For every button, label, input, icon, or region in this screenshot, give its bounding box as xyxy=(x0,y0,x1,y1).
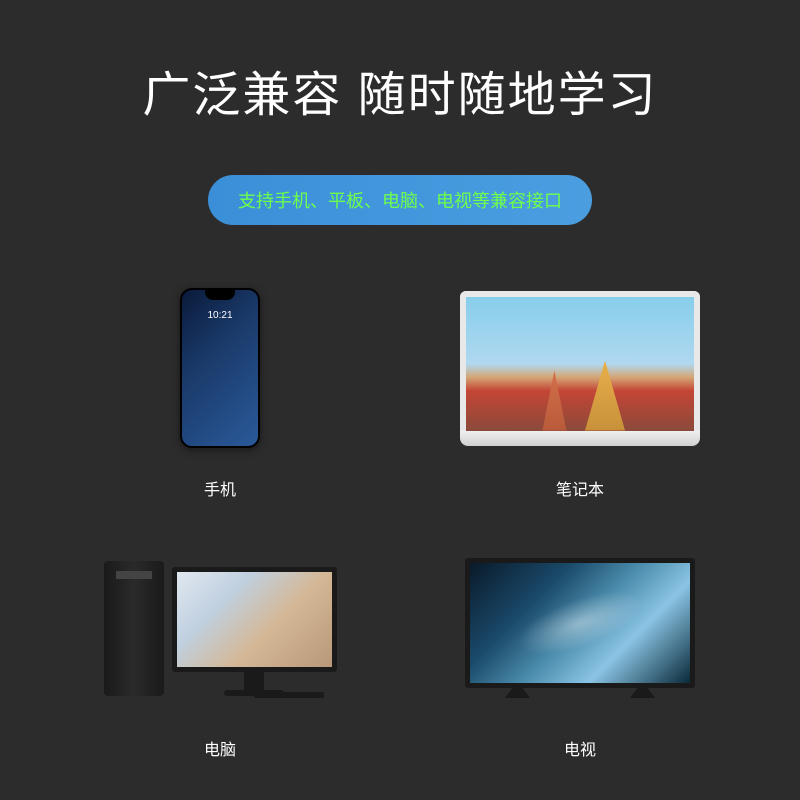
laptop-base xyxy=(460,431,700,446)
device-grid: 手机 笔记本 xyxy=(50,280,750,760)
desktop-icon xyxy=(104,561,337,696)
desktop-image xyxy=(50,540,390,716)
keyboard-icon xyxy=(254,692,324,698)
tv-label: 电视 xyxy=(564,736,596,760)
tv-image xyxy=(410,540,750,716)
laptop-screen xyxy=(460,291,700,431)
monitor-stand xyxy=(244,672,264,690)
device-tv: 电视 xyxy=(410,540,750,760)
desktop-tower xyxy=(104,561,164,696)
tv-icon xyxy=(465,558,695,698)
desktop-monitor xyxy=(172,567,337,696)
device-laptop: 笔记本 xyxy=(410,280,750,500)
tv-leg-left xyxy=(505,688,530,698)
monitor-screen xyxy=(172,567,337,672)
device-phone: 手机 xyxy=(50,280,390,500)
page-title: 广泛兼容 随时随地学习 xyxy=(142,55,657,125)
laptop-icon xyxy=(460,291,700,446)
main-container: 广泛兼容 随时随地学习 支持手机、平板、电脑、电视等兼容接口 手机 笔记本 xyxy=(0,0,800,800)
tv-screen xyxy=(465,558,695,688)
tv-stand xyxy=(465,688,695,698)
phone-image xyxy=(50,280,390,456)
subtitle-pill: 支持手机、平板、电脑、电视等兼容接口 xyxy=(208,175,592,225)
laptop-image xyxy=(410,280,750,456)
tv-leg-right xyxy=(630,688,655,698)
laptop-label: 笔记本 xyxy=(556,476,604,500)
phone-label: 手机 xyxy=(204,476,236,500)
device-desktop: 电脑 xyxy=(50,540,390,760)
phone-icon xyxy=(180,288,260,448)
desktop-label: 电脑 xyxy=(204,736,236,760)
